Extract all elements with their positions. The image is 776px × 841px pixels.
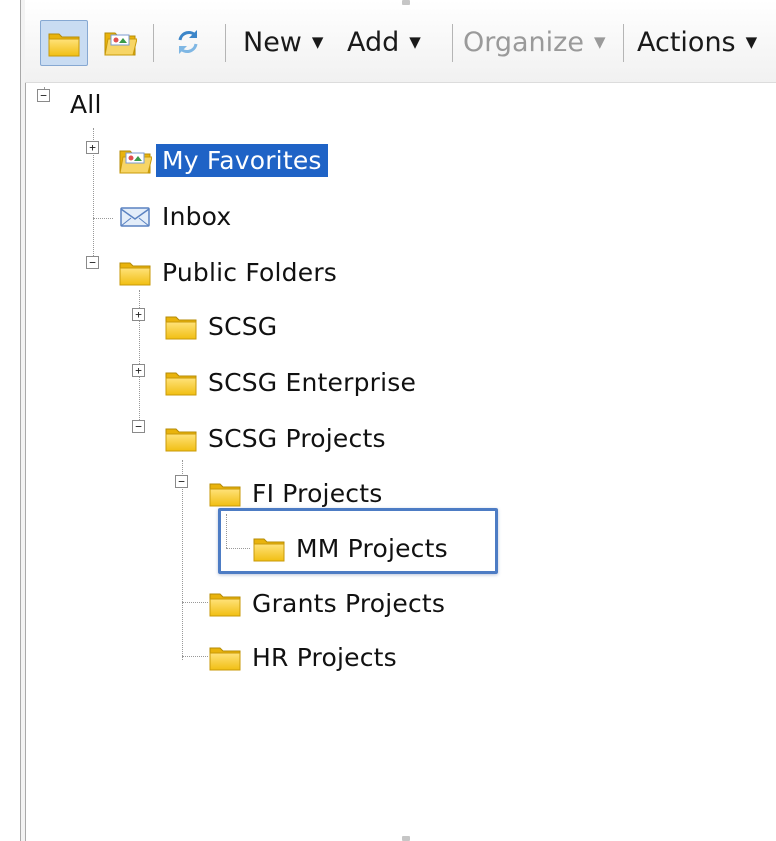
- tree-connector: [93, 218, 113, 219]
- resize-grip[interactable]: [402, 836, 410, 841]
- tree-node-label: SCSG Projects: [208, 423, 386, 453]
- folder-icon: [208, 478, 242, 508]
- expand-toggle-my-favorites[interactable]: +: [86, 141, 99, 154]
- tree-node-label: Public Folders: [162, 257, 338, 287]
- tree-node-inbox[interactable]: Inbox: [118, 196, 237, 236]
- tree-node-scsg-enterprise[interactable]: SCSG Enterprise: [164, 362, 422, 402]
- tree-node-all[interactable]: All: [60, 84, 108, 124]
- tree-node-fi-projects[interactable]: FI Projects: [208, 473, 388, 513]
- collapse-toggle-public-folders[interactable]: −: [86, 256, 99, 269]
- folder-icon: [164, 367, 198, 397]
- tree-node-label: FI Projects: [252, 478, 383, 508]
- tree-connector: [182, 460, 183, 660]
- tree-node-label: All: [70, 89, 102, 119]
- folder-icon: [164, 423, 198, 453]
- favorites-folder-icon: [118, 145, 152, 175]
- tree-node-label: Grants Projects: [252, 588, 446, 618]
- tree-node-scsg[interactable]: SCSG: [164, 306, 283, 346]
- tree-node-label: HR Projects: [252, 642, 397, 672]
- tree-node-my-favorites[interactable]: My Favorites: [118, 140, 328, 180]
- tree-node-hr-projects[interactable]: HR Projects: [208, 637, 403, 677]
- tree-node-label: My Favorites: [156, 143, 328, 177]
- folder-tree: − + − + + − − All My Favorites Inbox Pub…: [0, 0, 776, 841]
- folder-icon: [208, 588, 242, 618]
- inbox-icon: [118, 201, 152, 231]
- tree-node-scsg-projects[interactable]: SCSG Projects: [164, 418, 392, 458]
- highlight-box: [218, 508, 498, 574]
- collapse-toggle-fi-projects[interactable]: −: [175, 475, 188, 488]
- expand-toggle-scsg[interactable]: +: [132, 308, 145, 321]
- folder-icon: [118, 257, 152, 287]
- expand-toggle-scsg-enterprise[interactable]: +: [132, 364, 145, 377]
- tree-node-public-folders[interactable]: Public Folders: [118, 252, 343, 292]
- tree-node-label: Inbox: [162, 201, 232, 231]
- tree-node-label: SCSG Enterprise: [208, 367, 417, 397]
- folder-icon: [164, 311, 198, 341]
- tree-node-grants-projects[interactable]: Grants Projects: [208, 583, 451, 623]
- tree-node-label: SCSG: [208, 311, 278, 341]
- collapse-toggle-all[interactable]: −: [37, 89, 50, 102]
- collapse-toggle-scsg-projects[interactable]: −: [132, 420, 145, 433]
- tree-connector: [182, 656, 208, 657]
- tree-connector: [182, 602, 208, 603]
- folder-icon: [208, 642, 242, 672]
